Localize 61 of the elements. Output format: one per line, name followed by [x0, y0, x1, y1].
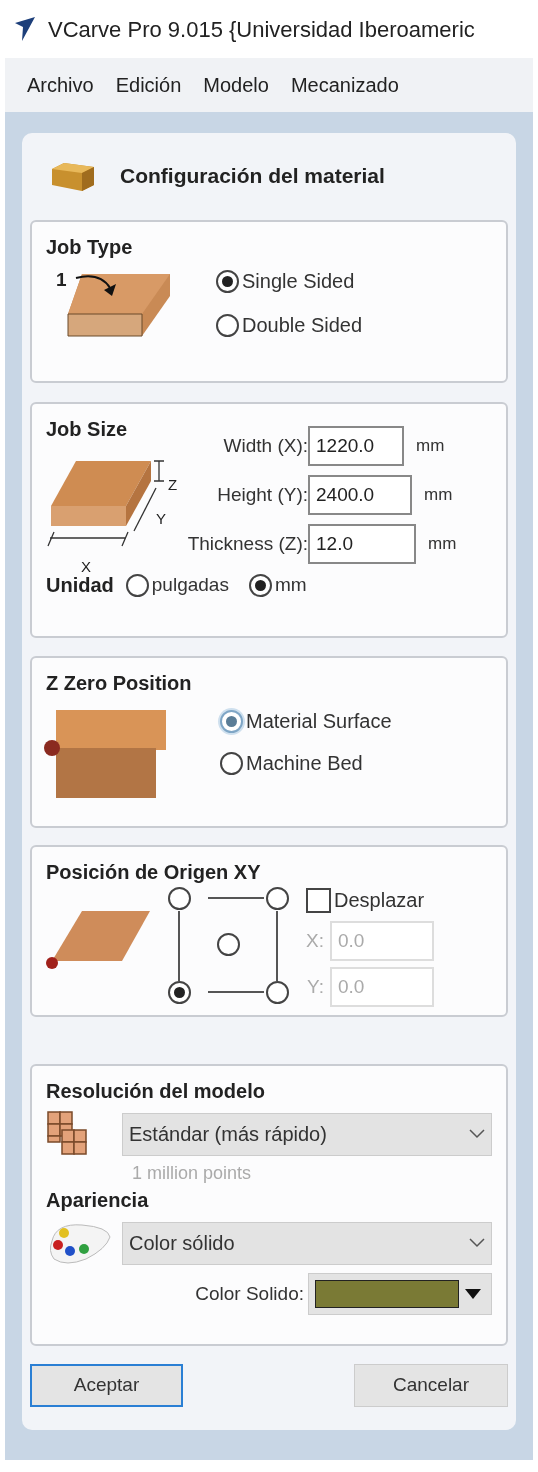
- radio-button[interactable]: [216, 313, 239, 337]
- input-field[interactable]: 12.0: [308, 524, 416, 564]
- chevron-down-icon: [469, 1129, 485, 1139]
- caret-icon: [465, 1289, 481, 1299]
- radio-button[interactable]: [220, 709, 243, 733]
- axis-label: Z: [168, 475, 178, 495]
- group-title: Resolución del modelo: [46, 1079, 266, 1104]
- radio-label: pulgadas: [151, 572, 229, 597]
- radio-label: Material Surface: [246, 709, 392, 734]
- menu-item[interactable]: Archivo: [27, 70, 94, 100]
- input-field[interactable]: 1220.0: [308, 426, 404, 466]
- radio-label: mm: [274, 572, 307, 597]
- wood-block-icon: [50, 161, 96, 191]
- connector-line: [178, 911, 180, 981]
- radio-label: Single Sided: [242, 269, 355, 294]
- group-title: Z Zero Position: [46, 671, 193, 696]
- group-title: Job Size: [46, 417, 129, 442]
- dropdown[interactable]: Color sólido: [122, 1221, 492, 1265]
- field-label: Y:: [307, 974, 324, 999]
- field-label: Height (Y):: [216, 482, 308, 507]
- axis-label: Y: [156, 509, 166, 529]
- unit-label: mm: [428, 533, 457, 556]
- unit-label: mm: [416, 435, 445, 458]
- field-label: X:: [306, 928, 324, 953]
- panel-title: Configuración del material: [120, 163, 385, 190]
- connector-line: [208, 897, 264, 899]
- radio-label: Double Sided: [242, 313, 363, 338]
- input-field[interactable]: 2400.0: [308, 475, 412, 515]
- radio-button[interactable]: [125, 573, 149, 597]
- window-title: VCarve Pro 9.015 {Universidad Iberoameric: [48, 15, 475, 44]
- accept-button[interactable]: Aceptar: [30, 1364, 183, 1407]
- field-label: Thickness (Z):: [186, 531, 308, 556]
- unit-label: mm: [424, 484, 453, 507]
- menu-item[interactable]: Mecanizado: [290, 70, 399, 100]
- radio-button[interactable]: [220, 751, 243, 775]
- field-label: Color Solido:: [195, 1281, 304, 1306]
- group-title: Posición de Origen XY: [46, 860, 262, 885]
- radio-button[interactable]: [248, 573, 272, 597]
- menu-item[interactable]: Modelo: [203, 70, 269, 100]
- radio-button[interactable]: [216, 269, 239, 293]
- chevron-down-icon: [469, 1238, 485, 1248]
- radio-button[interactable]: [266, 887, 289, 910]
- field-label: Width (X):: [222, 433, 308, 458]
- radio-button[interactable]: [217, 933, 240, 956]
- radio-button[interactable]: [168, 981, 191, 1004]
- connector-line: [208, 991, 264, 993]
- color-picker[interactable]: [308, 1273, 492, 1315]
- connector-line: [276, 911, 278, 981]
- side-number: 1: [56, 268, 67, 292]
- app-logo-icon: [14, 17, 36, 41]
- resolution-note: 1 million points: [132, 1162, 253, 1185]
- cancel-button[interactable]: Cancelar: [354, 1364, 508, 1407]
- checkbox-label: Desplazar: [334, 888, 425, 913]
- checkbox[interactable]: [306, 887, 331, 913]
- radio-label: Machine Bed: [246, 751, 363, 776]
- radio-button[interactable]: [168, 887, 191, 910]
- dropdown[interactable]: Estándar (más rápido): [122, 1112, 492, 1156]
- radio-button[interactable]: [266, 981, 289, 1004]
- menu-item[interactable]: Edición: [115, 70, 182, 100]
- group-title: Job Type: [46, 235, 134, 260]
- group-title: Apariencia: [46, 1188, 150, 1213]
